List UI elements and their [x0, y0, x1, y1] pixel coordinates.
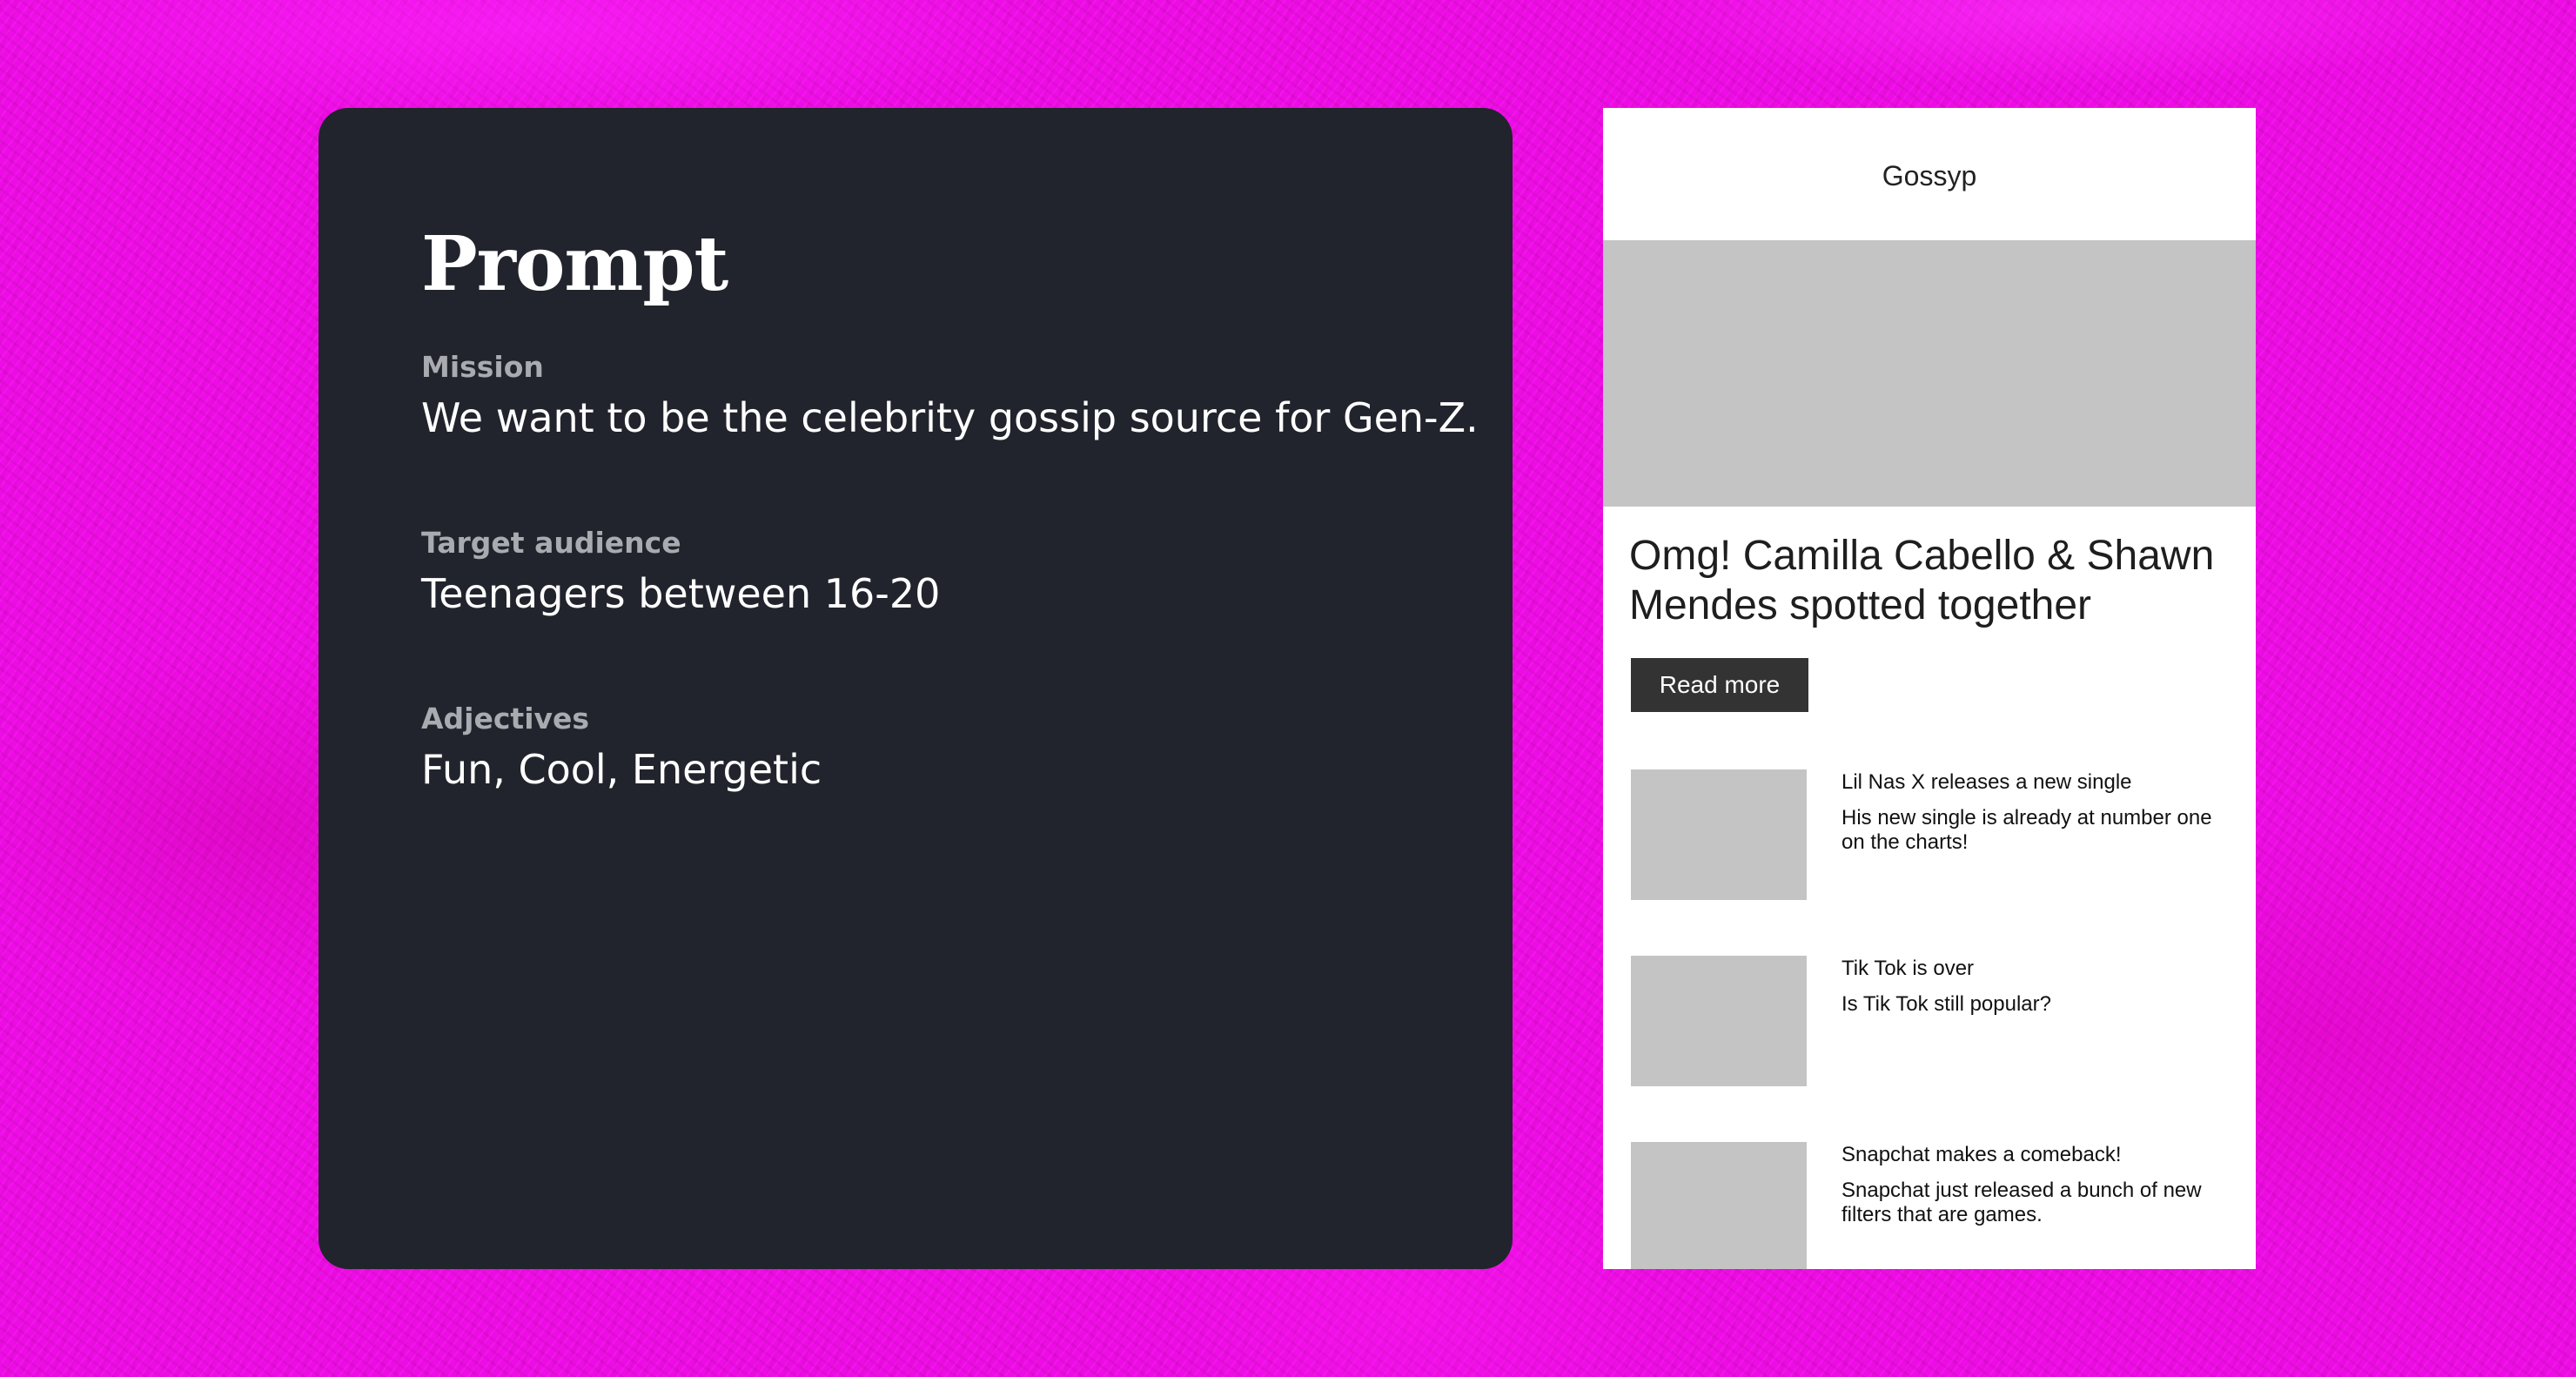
- adjectives-section: Adjectives Fun, Cool, Energetic: [421, 702, 822, 796]
- mockup-header: Gossyp: [1603, 108, 2256, 240]
- mission-section: Mission We want to be the celebrity goss…: [421, 350, 1479, 444]
- article-thumbnail[interactable]: [1631, 956, 1807, 1086]
- article-thumbnail[interactable]: [1631, 1142, 1807, 1269]
- brand-logo[interactable]: Gossyp: [1882, 160, 1976, 192]
- gossyp-mockup: Gossyp Omg! Camilla Cabello & Shawn Mend…: [1603, 108, 2256, 1269]
- target-audience-section: Target audience Teenagers between 16-20: [421, 526, 940, 620]
- article-description: Is Tik Tok still popular?: [1841, 992, 2051, 1016]
- adjectives-value: Fun, Cool, Energetic: [421, 746, 822, 793]
- target-audience-value: Teenagers between 16-20: [421, 570, 941, 617]
- hero-image-placeholder[interactable]: [1603, 240, 2256, 507]
- read-more-button[interactable]: Read more: [1631, 658, 1808, 712]
- article-item[interactable]: Snapchat makes a comeback! Snapchat just…: [1603, 1142, 2256, 1269]
- article-description: His new single is already at number one …: [1841, 806, 2212, 854]
- article-description: Snapchat just released a bunch of new fi…: [1841, 1179, 2202, 1226]
- prompt-card: Prompt Mission We want to be the celebri…: [319, 108, 1513, 1269]
- target-audience-label: Target audience: [421, 526, 681, 560]
- article-title[interactable]: Lil Nas X releases a new single: [1841, 769, 2224, 796]
- mission-label: Mission: [421, 350, 544, 384]
- article-thumbnail[interactable]: [1631, 769, 1807, 900]
- hero-headline[interactable]: Omg! Camilla Cabello & Shawn Mendes spot…: [1603, 507, 2256, 630]
- article-item[interactable]: Tik Tok is over Is Tik Tok still popular…: [1603, 956, 2256, 1142]
- mission-value: We want to be the celebrity gossip sourc…: [421, 394, 1479, 441]
- adjectives-label: Adjectives: [421, 702, 590, 736]
- prompt-title: Prompt: [421, 220, 728, 308]
- article-title[interactable]: Tik Tok is over: [1841, 956, 2224, 982]
- article-item[interactable]: Lil Nas X releases a new single His new …: [1603, 769, 2256, 956]
- page-background: { "prompt": { "title": "Prompt", "sectio…: [0, 0, 2576, 1377]
- article-title[interactable]: Snapchat makes a comeback!: [1841, 1142, 2224, 1168]
- article-list: Lil Nas X releases a new single His new …: [1603, 769, 2256, 1269]
